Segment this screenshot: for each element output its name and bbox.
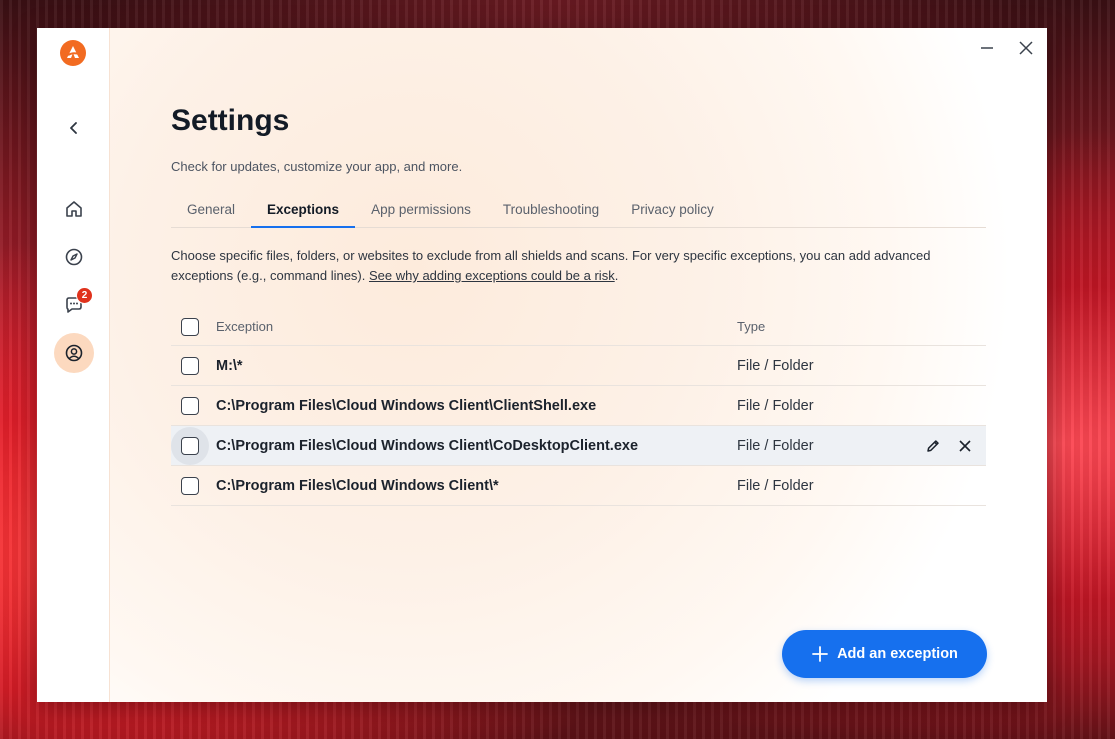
tab-app-permissions[interactable]: App permissions	[355, 196, 487, 228]
sidebar-item-messages[interactable]: 2	[54, 285, 94, 325]
pencil-icon	[927, 439, 939, 452]
row-checkbox[interactable]	[181, 396, 199, 415]
app-window: 2 Settings Check for updates, customize …	[37, 28, 1047, 702]
back-button[interactable]	[54, 108, 94, 148]
sidebar-item-home[interactable]	[54, 189, 94, 229]
page-subtitle: Check for updates, customize your app, a…	[171, 159, 463, 174]
home-icon	[66, 201, 82, 217]
chevron-left-icon	[70, 122, 77, 134]
risk-info-link[interactable]: See why adding exceptions could be a ris…	[369, 268, 615, 283]
exceptions-description: Choose specific files, folders, or websi…	[171, 246, 986, 286]
minimize-icon	[981, 47, 993, 49]
tab-general[interactable]: General	[171, 196, 251, 228]
logo-icon	[67, 46, 80, 58]
description-suffix: .	[614, 268, 619, 283]
exception-path: C:\Program Files\Cloud Windows Client\Cl…	[216, 397, 597, 414]
plus-icon	[812, 646, 828, 662]
column-header-exception: Exception	[216, 319, 274, 334]
user-circle-icon	[65, 344, 83, 362]
tab-exceptions[interactable]: Exceptions	[251, 196, 356, 228]
tab-troubleshooting[interactable]: Troubleshooting	[487, 196, 615, 228]
column-header-type: Type	[737, 319, 766, 334]
row-checkbox[interactable]	[181, 436, 199, 455]
exception-type: File / Folder	[737, 477, 814, 494]
table-row[interactable]: C:\Program Files\Cloud Windows Client\Co…	[171, 426, 986, 466]
minimize-button[interactable]	[973, 36, 1001, 60]
table-row[interactable]: C:\Program Files\Cloud Windows Client\* …	[171, 466, 986, 506]
app-logo	[60, 40, 86, 66]
row-checkbox[interactable]	[181, 356, 199, 375]
close-icon	[959, 439, 971, 452]
exception-path: C:\Program Files\Cloud Windows Client\*	[216, 477, 499, 494]
sidebar-item-explore[interactable]	[54, 237, 94, 277]
sidebar-item-account[interactable]	[54, 333, 94, 373]
close-icon	[1019, 41, 1033, 55]
page-title: Settings	[171, 104, 290, 137]
notification-badge: 2	[76, 287, 93, 304]
table-row[interactable]: M:\* File / Folder	[171, 346, 986, 386]
exception-path: M:\*	[216, 357, 243, 374]
table-row[interactable]: C:\Program Files\Cloud Windows Client\Cl…	[171, 386, 986, 426]
add-exception-button[interactable]: Add an exception	[782, 630, 987, 678]
exceptions-table: Exception Type M:\* File / Folder C:\Pro…	[171, 308, 986, 506]
settings-tabs: General Exceptions App permissions Troub…	[171, 196, 986, 228]
exception-path: C:\Program Files\Cloud Windows Client\Co…	[216, 437, 639, 454]
row-checkbox[interactable]	[181, 476, 199, 495]
remove-exception-button[interactable]	[954, 435, 976, 457]
table-header: Exception Type	[171, 308, 986, 346]
exception-type: File / Folder	[737, 397, 814, 414]
sidebar: 2	[37, 28, 110, 702]
compass-icon	[65, 248, 83, 266]
exception-type: File / Folder	[737, 357, 814, 374]
exception-type: File / Folder	[737, 437, 814, 454]
edit-exception-button[interactable]	[922, 435, 944, 457]
tab-privacy-policy[interactable]: Privacy policy	[615, 196, 730, 228]
close-window-button[interactable]	[1012, 36, 1040, 60]
add-exception-label: Add an exception	[837, 646, 958, 662]
select-all-checkbox[interactable]	[181, 317, 199, 336]
